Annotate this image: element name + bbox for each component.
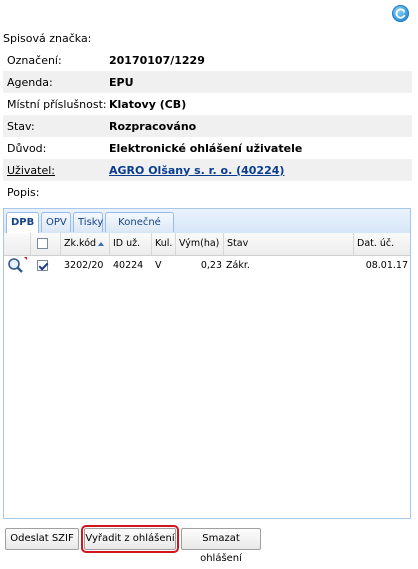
header-kul[interactable]: Kul. [152,233,176,255]
cell-stav: Zákr. [226,260,250,271]
row-checkbox[interactable] [37,260,48,271]
mistni-label: Místní příslušnost: [7,97,107,111]
row-checkbox-cell[interactable] [37,256,51,276]
tab-bar: DPB OPV Tisky Konečné tisky [4,209,410,247]
row-mistni: Místní příslušnost: Klatovy (CB) [3,93,412,115]
tab-dpb[interactable]: DPB [6,212,39,233]
row-uzivatel: Uživatel: AGRO Olšany s. r. o. (40224) [3,159,412,181]
header-vym[interactable]: Vým(ha) [176,233,224,255]
cell-vym: 0,23 [200,260,222,271]
spisova-znacka-label: Spisová značka: [3,32,92,45]
smazat-ohlaseni-button[interactable]: Smazat ohlášení [181,528,261,564]
header-select-all[interactable] [31,233,61,255]
popis-label: Popis: [7,185,40,199]
row-oznaceni: Označení: 20170107/1229 [3,49,412,71]
refresh-icon[interactable] [392,5,409,22]
stav-label: Stav: [7,119,35,133]
header-id-uz[interactable]: ID už. [110,233,152,255]
tab-panel: DPB OPV Tisky Konečné tisky Zk.kód ID už… [3,208,411,519]
table-row[interactable]: 3202/20 40224 V 0,23 Zákr. 08.01.17 [4,256,410,276]
header-icon-col [4,233,31,255]
cell-id-uz: 40224 [113,260,144,271]
header-stav[interactable]: Stav [224,233,354,255]
row-agenda: Agenda: EPU [3,71,412,93]
tab-konecne-tisky[interactable]: Konečné tisky [105,212,174,247]
row-duvod: Důvod: Elektronické ohlášení uživatele [3,137,412,159]
cell-dat-uc: 08.01.17 [365,260,408,271]
cell-zk-kod: 3202/20 [64,260,104,271]
odeslat-szif-button[interactable]: Odeslat SZIF [5,528,79,550]
uzivatel-link[interactable]: AGRO Olšany s. r. o. (40224) [109,164,284,177]
header-dat-uc[interactable]: Dat. úč. [354,233,410,255]
tab-opv[interactable]: OPV [41,212,71,232]
select-all-checkbox[interactable] [37,238,48,249]
oznaceni-label: Označení: [7,53,62,67]
cell-kul: V [155,260,162,271]
action-bar: Odeslat SZIF Vyřadit z ohlášení Smazat o… [3,521,411,564]
uzivatel-label[interactable]: Uživatel: [3,164,109,177]
duvod-value: Elektronické ohlášení uživatele [109,141,303,155]
oznaceni-value: 20170107/1229 [109,53,205,67]
tab-tisky[interactable]: Tisky [73,212,103,232]
header-zk-kod-label: Zk.kód [64,238,97,249]
stav-value: Rozpracováno [109,119,197,133]
duvod-label: Důvod: [7,141,47,155]
sort-asc-icon [98,241,105,246]
header-zk-kod[interactable]: Zk.kód [61,233,110,255]
detail-form: Označení: 20170107/1229 Agenda: EPU Míst… [3,49,412,203]
vyradit-z-ohlaseni-button[interactable]: Vyřadit z ohlášení [81,525,179,553]
row-stav: Stav: Rozpracováno [3,115,412,137]
row-popis: Popis: [3,181,412,203]
agenda-label: Agenda: [7,75,53,89]
magnifier-icon[interactable] [7,256,27,276]
grid-header: Zk.kód ID už. Kul. Vým(ha) Stav Dat. úč. [4,233,410,256]
agenda-value: EPU [109,75,134,89]
mistni-value: Klatovy (CB) [109,97,187,111]
